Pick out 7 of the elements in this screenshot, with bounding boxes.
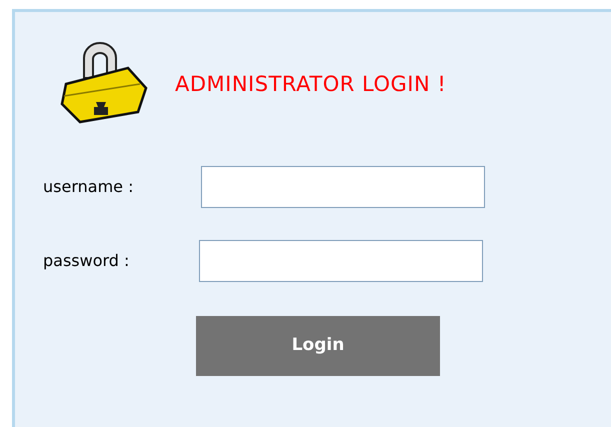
- login-button[interactable]: Login: [196, 316, 440, 376]
- input-field[interactable]: [199, 240, 483, 282]
- input-field[interactable]: [201, 166, 485, 208]
- field-label: password :: [43, 250, 130, 272]
- login-title: ADMINISTRATOR LOGIN !: [175, 71, 446, 98]
- padlock-icon: [58, 40, 150, 124]
- field-label: username :: [43, 176, 134, 198]
